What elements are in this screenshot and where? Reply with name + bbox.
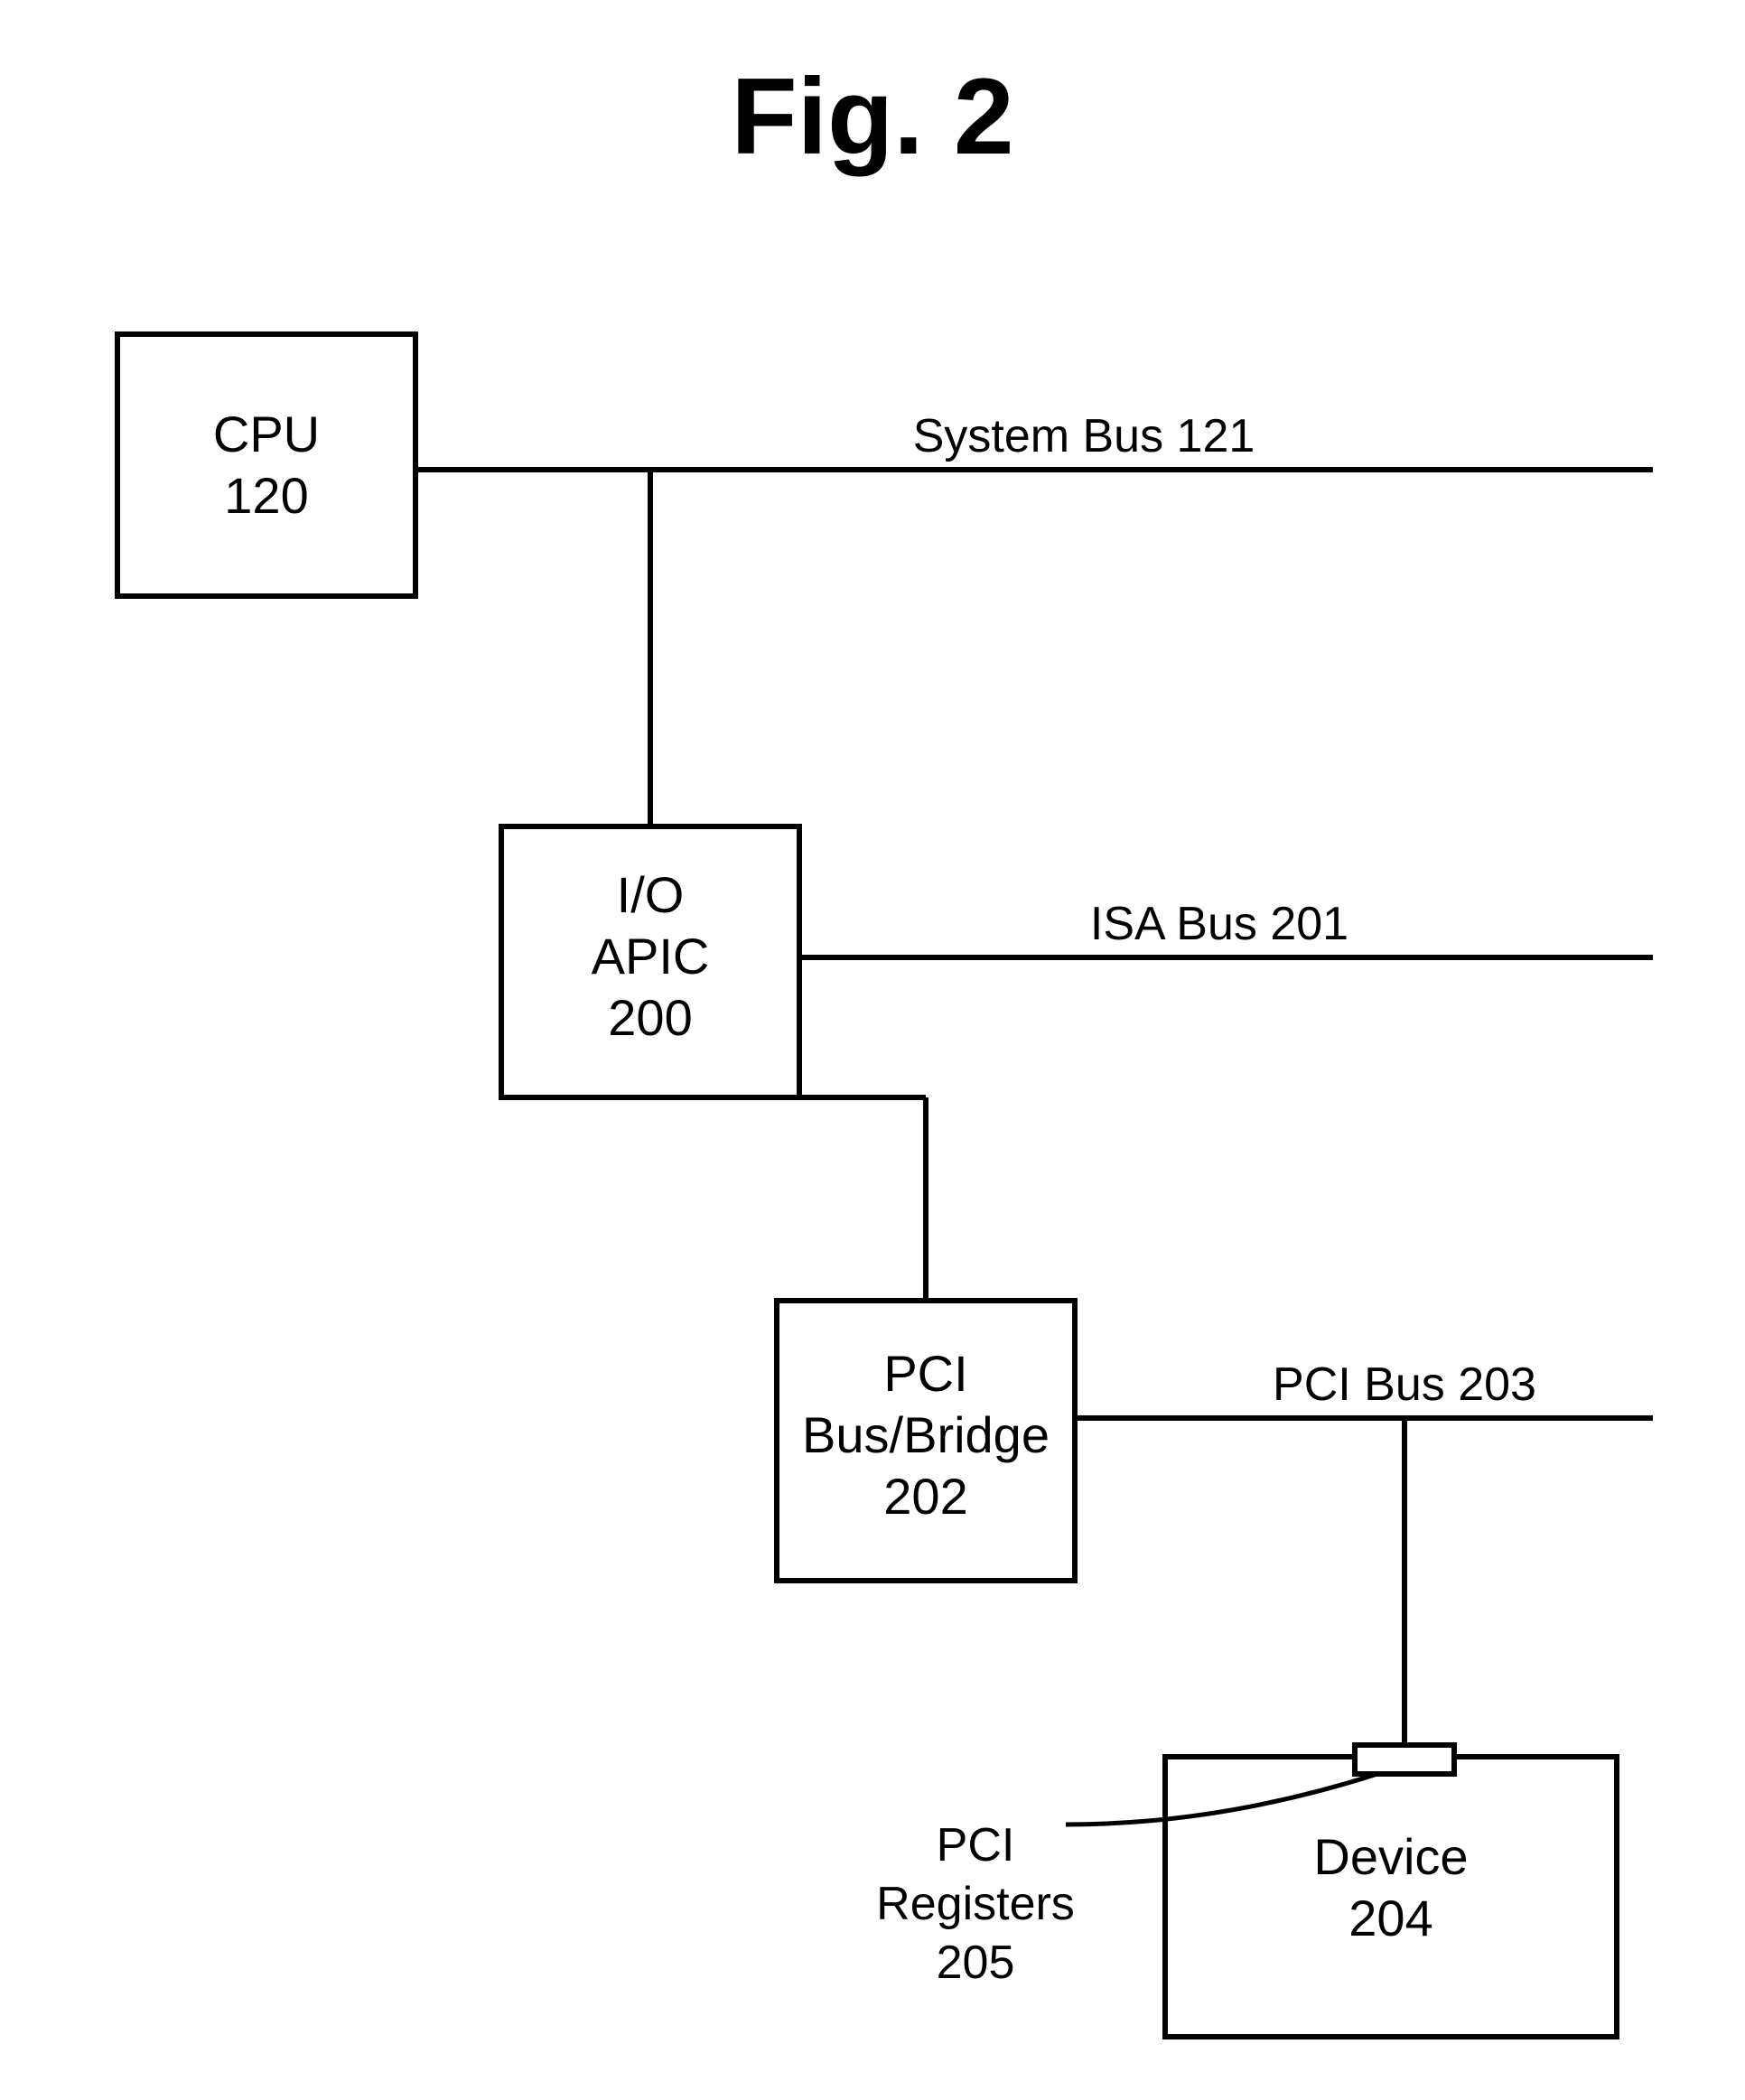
- pciregs-line2: Registers: [876, 1878, 1075, 1930]
- cpu-label: CPU: [213, 406, 320, 462]
- device-ref: 204: [1348, 1890, 1432, 1946]
- figure-title: Fig. 2: [731, 56, 1013, 177]
- pcibridge-line2: Bus/Bridge: [802, 1406, 1050, 1463]
- pcibridge-line1: PCI: [883, 1345, 967, 1402]
- pci-registers-tab: [1355, 1745, 1454, 1774]
- ioapic-line1: I/O: [617, 866, 685, 923]
- pci-bus-label: PCI Bus 203: [1273, 1358, 1536, 1411]
- device-label: Device: [1313, 1828, 1468, 1885]
- ioapic-line2: APIC: [592, 928, 710, 985]
- pcibridge-block: PCI Bus/Bridge 202: [777, 1301, 1075, 1581]
- pci-registers-annotation: PCI Registers 205: [876, 1819, 1075, 1989]
- ioapic-ref: 200: [608, 989, 692, 1046]
- ioapic-block: I/O APIC 200: [501, 826, 799, 1097]
- pciregs-line3: 205: [937, 1937, 1015, 1989]
- cpu-ref: 120: [224, 467, 308, 524]
- pciregs-line1: PCI: [937, 1819, 1015, 1871]
- device-block: Device 204: [1165, 1757, 1617, 2037]
- isa-bus-label: ISA Bus 201: [1090, 898, 1348, 950]
- cpu-block: CPU 120: [117, 334, 415, 596]
- pcibridge-ref: 202: [883, 1468, 967, 1525]
- system-bus-label: System Bus 121: [913, 410, 1255, 462]
